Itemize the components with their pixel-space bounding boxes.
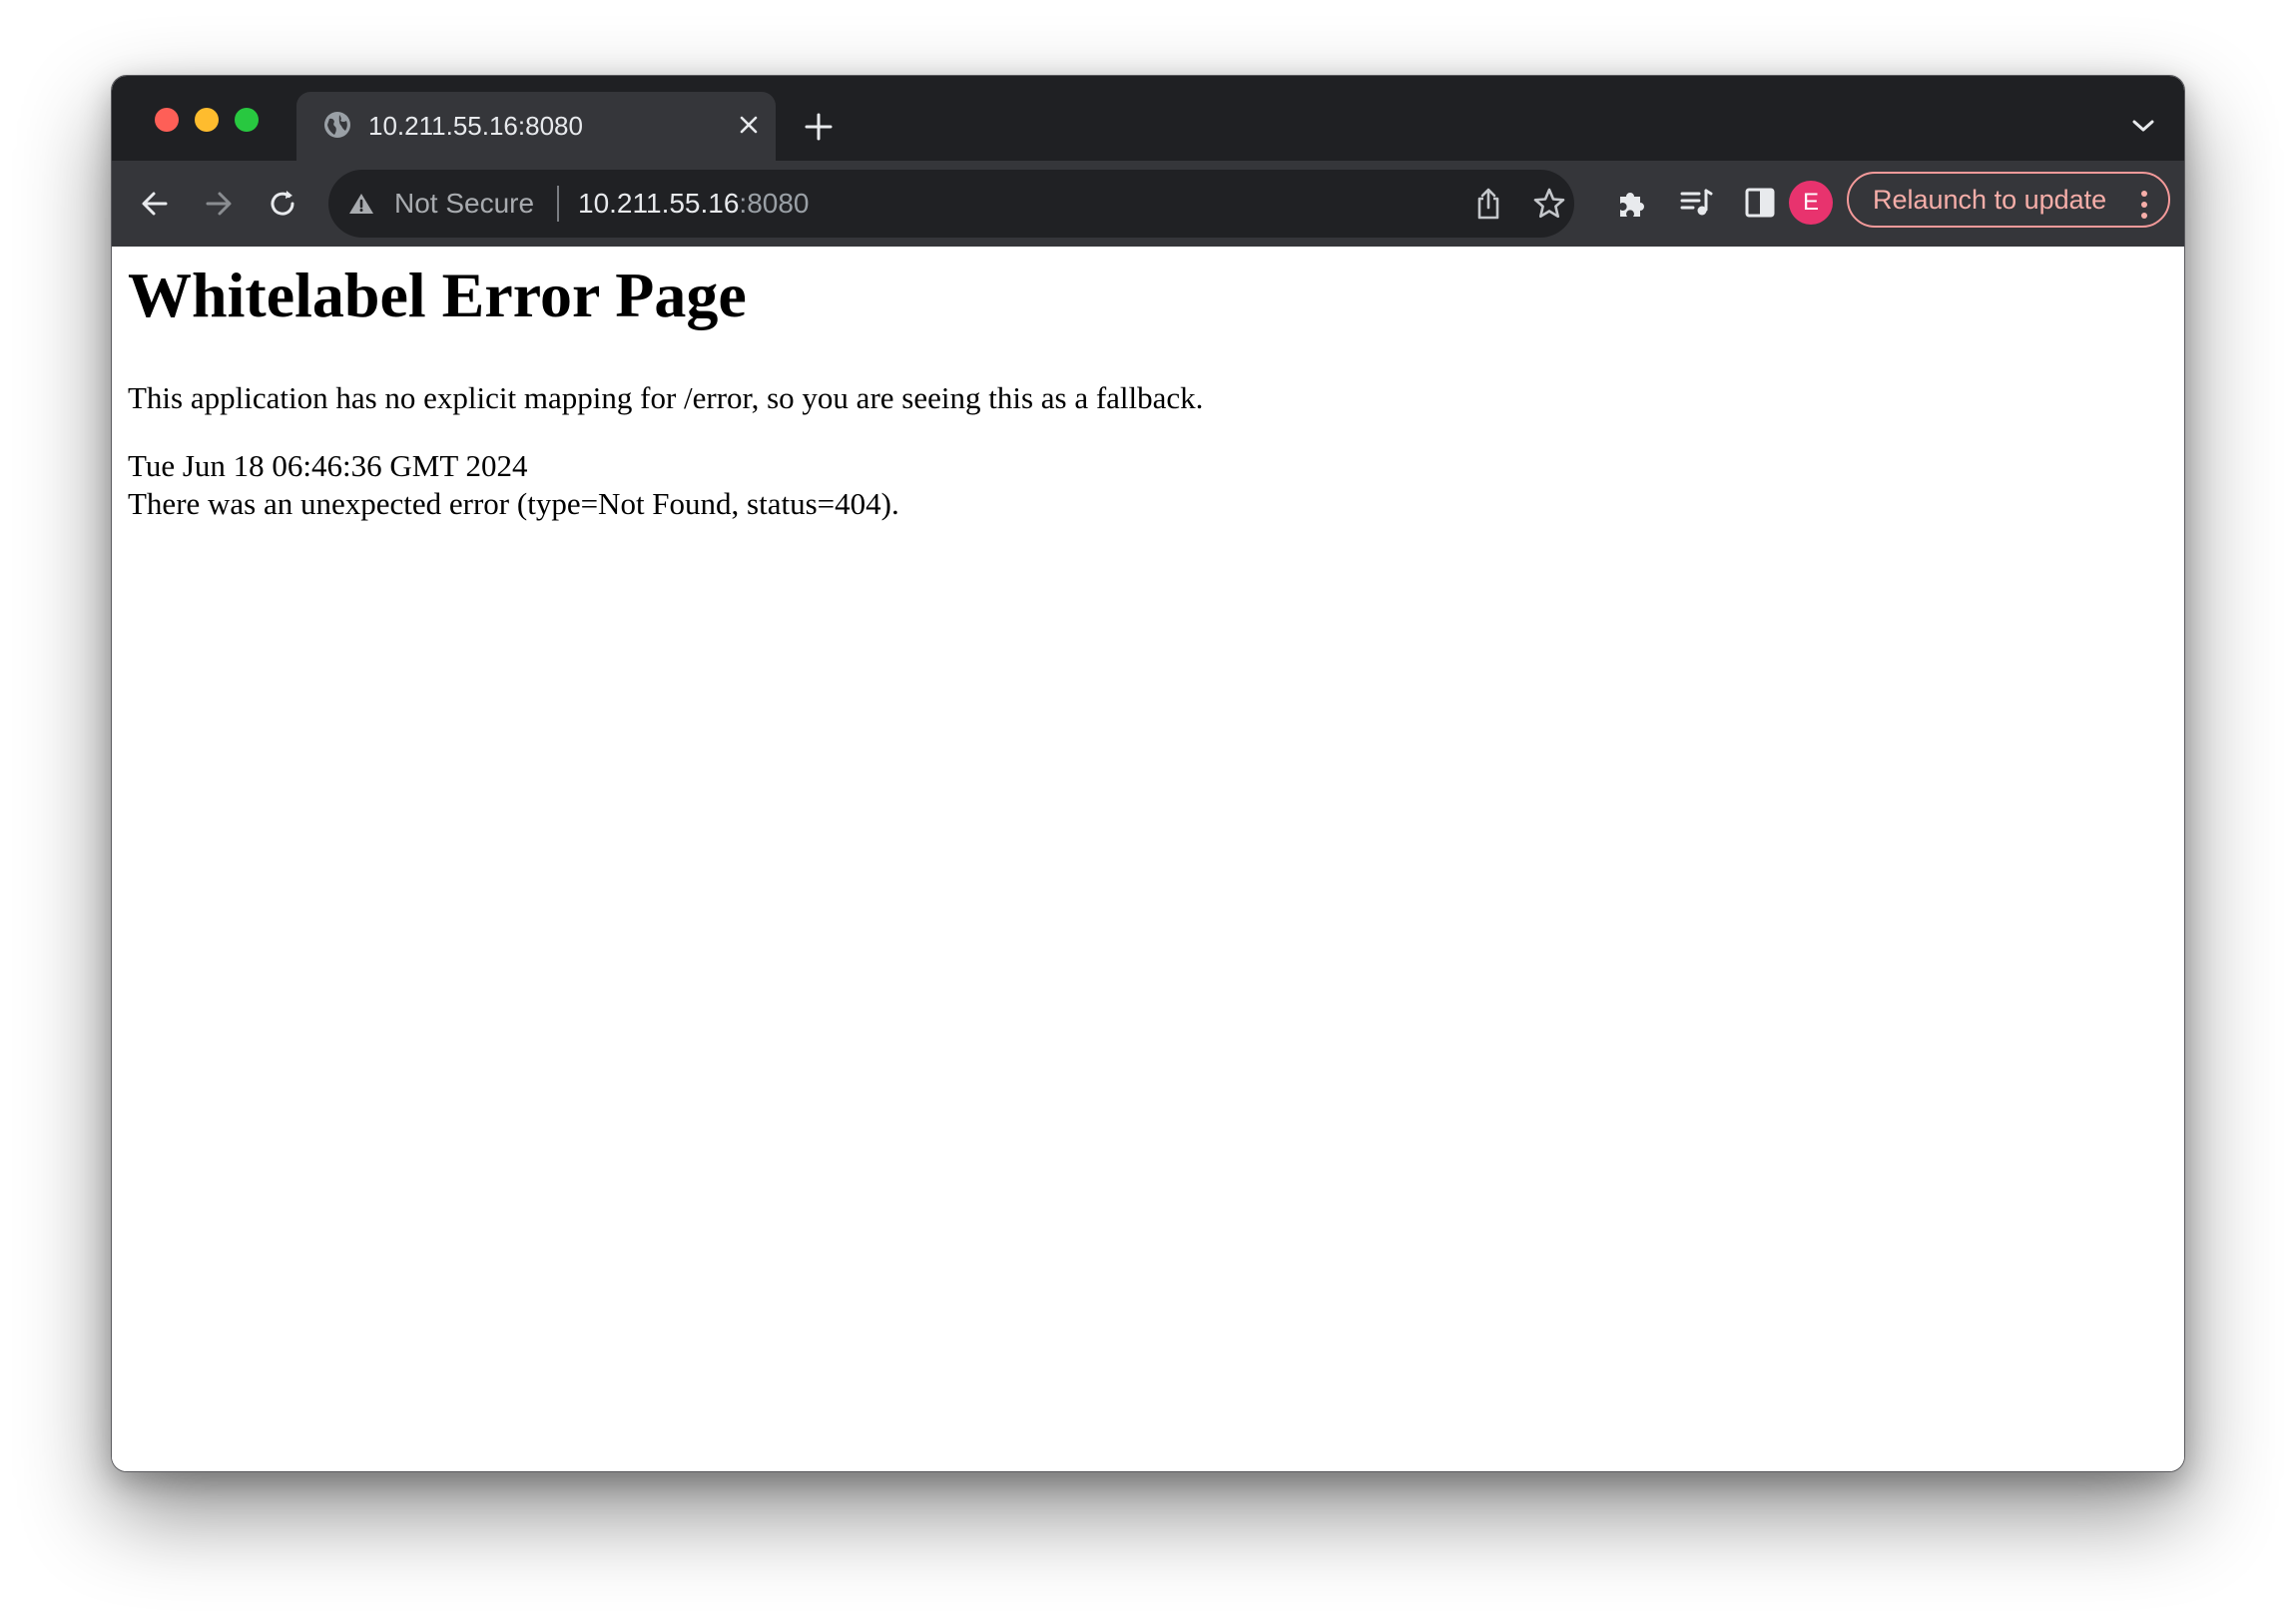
reload-icon[interactable] [266, 187, 299, 221]
media-queue-icon[interactable] [1679, 186, 1713, 220]
globe-icon [324, 112, 350, 138]
chevron-down-icon[interactable] [2130, 116, 2156, 136]
url-host: 10.211.55.16 [578, 188, 740, 219]
address-separator [557, 186, 559, 222]
page-content: Whitelabel Error Page This application h… [112, 247, 2184, 1471]
puzzle-icon[interactable] [1615, 186, 1649, 220]
minimize-window-button[interactable] [195, 108, 219, 132]
back-arrow-icon[interactable] [138, 187, 172, 221]
relaunch-to-update-button[interactable]: Relaunch to update [1847, 172, 2170, 228]
plus-icon[interactable] [804, 112, 834, 142]
toolbar: Not Secure 10.211.55.16:8080 E Relaunch … [112, 161, 2184, 247]
url-text[interactable]: 10.211.55.16:8080 [578, 188, 810, 220]
close-window-button[interactable] [155, 108, 179, 132]
close-icon[interactable] [737, 113, 761, 137]
address-bar[interactable]: Not Secure 10.211.55.16:8080 [328, 170, 1574, 238]
tab-strip: 10.211.55.16:8080 [112, 76, 2184, 161]
browser-window: 10.211.55.16:8080 Not Secure 10.211.55.1… [111, 75, 2185, 1472]
page-title: Whitelabel Error Page [128, 260, 747, 330]
forward-arrow-icon[interactable] [202, 187, 236, 221]
error-message: There was an unexpected error (type=Not … [128, 486, 899, 521]
zoom-window-button[interactable] [235, 108, 259, 132]
security-status-label[interactable]: Not Secure [394, 188, 534, 220]
error-timestamp: Tue Jun 18 06:46:36 GMT 2024 [128, 448, 528, 483]
share-icon[interactable] [1472, 187, 1504, 221]
star-icon[interactable] [1532, 187, 1566, 221]
url-port: :8080 [739, 188, 810, 219]
side-panel-icon[interactable] [1743, 186, 1777, 220]
profile-avatar[interactable]: E [1789, 181, 1833, 225]
tab-active[interactable]: 10.211.55.16:8080 [296, 92, 776, 161]
more-vert-icon[interactable] [2139, 189, 2149, 221]
error-description: This application has no explicit mapping… [128, 380, 1204, 415]
warning-triangle-icon[interactable] [348, 192, 374, 216]
tab-title: 10.211.55.16:8080 [368, 111, 583, 141]
